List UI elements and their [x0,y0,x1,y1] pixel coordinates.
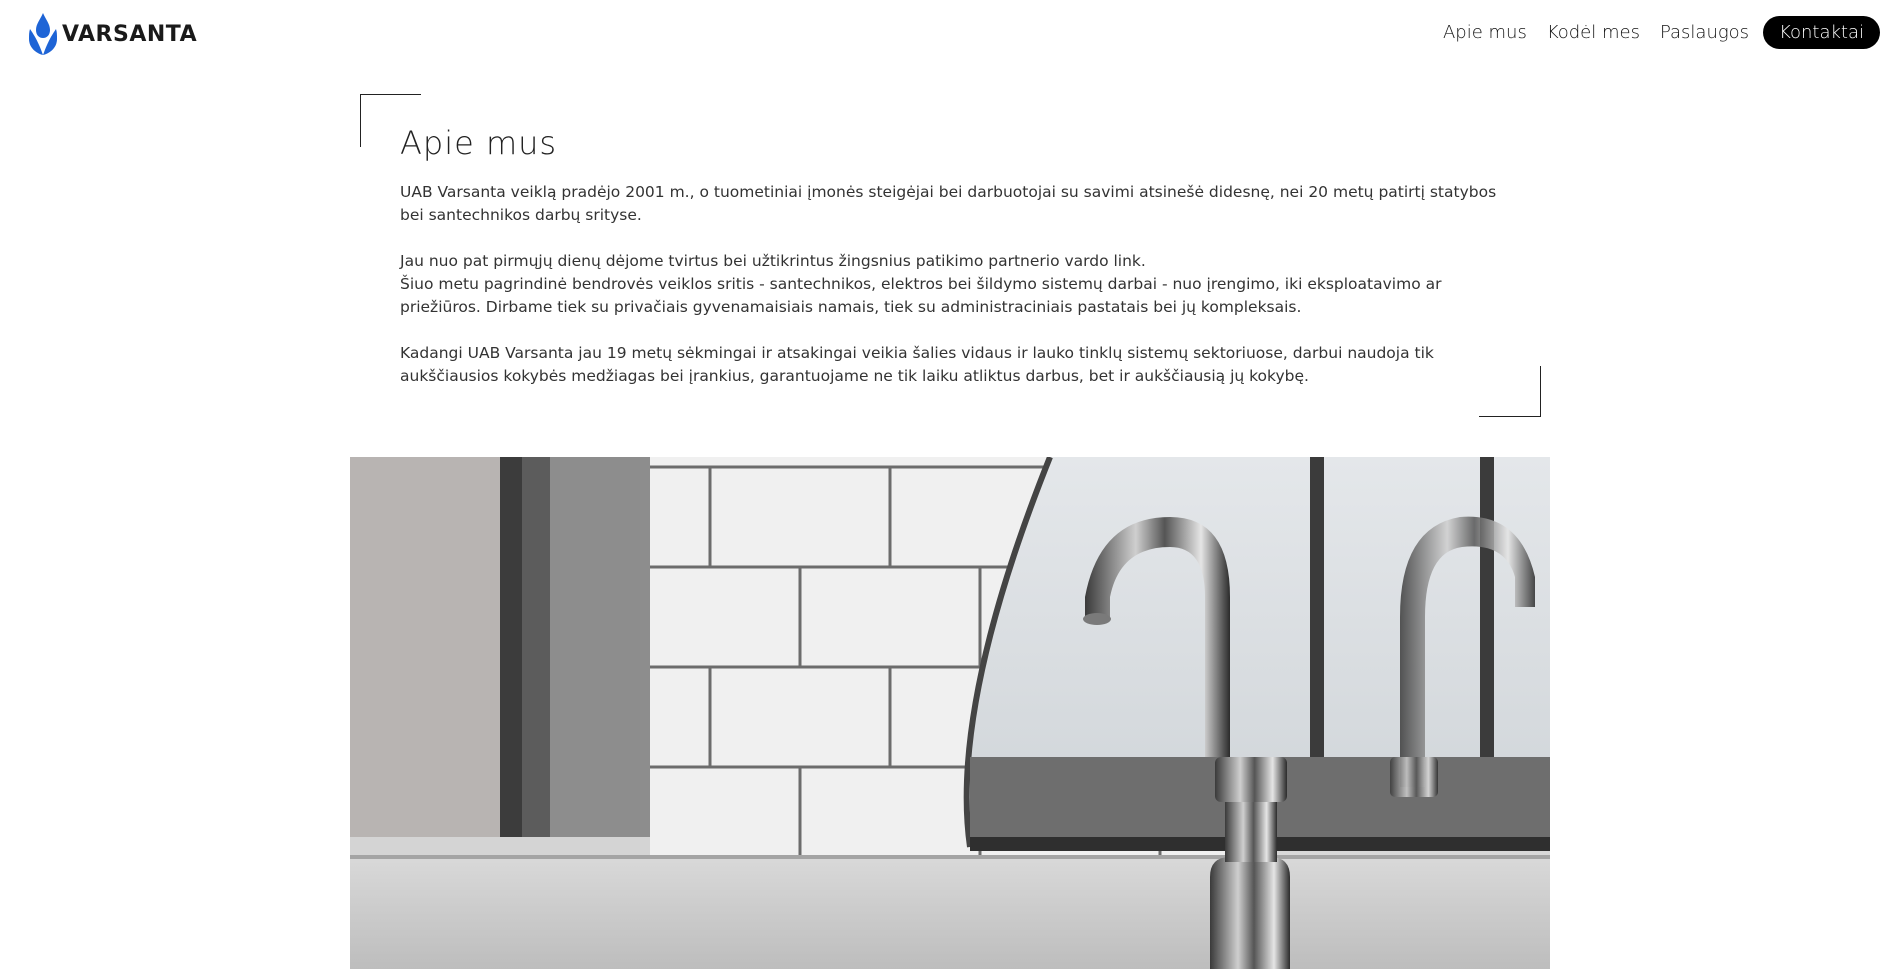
water-drop-icon [29,13,57,55]
logo[interactable]: VARSANTA [26,10,197,58]
about-paragraph: Šiuo metu pagrindinė bendrovės veiklos s… [400,275,1442,316]
brand-name: VARSANTA [62,21,198,47]
about-paragraph: Jau nuo pat pirmųjų dienų dėjome tvirtus… [400,252,1146,270]
corner-decoration-bottom-right [1479,366,1541,417]
about-paragraph: UAB Varsanta veiklą pradėjo 2001 m., o t… [400,183,1497,224]
nav-item-paslaugos[interactable]: Paslaugos [1650,16,1759,49]
about-text: UAB Varsanta veiklą pradėjo 2001 m., o t… [400,181,1515,388]
about-paragraph: Kadangi UAB Varsanta jau 19 metų sėkming… [400,344,1434,385]
nav-item-kontaktai[interactable]: Kontaktai [1763,16,1880,49]
site-header: VARSANTA Apie mus Kodėl mes Paslaugos Ko… [0,0,1900,66]
nav-item-apie-mus[interactable]: Apie mus [1433,16,1537,49]
nav-item-kodel-mes[interactable]: Kodėl mes [1537,16,1650,49]
photo-illustration [350,457,1550,969]
faucet-photo [350,457,1550,969]
section-title: Apie mus [400,124,558,162]
main-nav: Apie mus Kodėl mes Paslaugos Kontaktai [1433,16,1880,49]
